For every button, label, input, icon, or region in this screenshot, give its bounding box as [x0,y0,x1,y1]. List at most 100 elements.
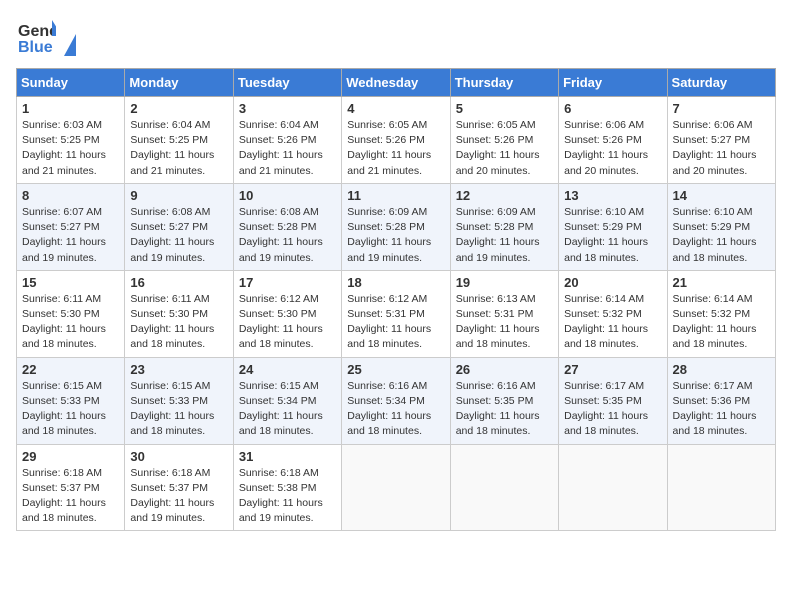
table-row [342,444,450,531]
day-number: 22 [22,362,119,377]
day-number: 6 [564,101,661,116]
logo-icon: General Blue [16,16,56,56]
table-row [559,444,667,531]
day-info: Sunrise: 6:17 AM Sunset: 5:36 PM Dayligh… [673,379,770,440]
day-info: Sunrise: 6:15 AM Sunset: 5:33 PM Dayligh… [130,379,227,440]
day-info: Sunrise: 6:13 AM Sunset: 5:31 PM Dayligh… [456,292,553,353]
day-info: Sunrise: 6:15 AM Sunset: 5:34 PM Dayligh… [239,379,336,440]
day-info: Sunrise: 6:14 AM Sunset: 5:32 PM Dayligh… [564,292,661,353]
day-number: 28 [673,362,770,377]
table-row: 28 Sunrise: 6:17 AM Sunset: 5:36 PM Dayli… [667,357,775,444]
day-info: Sunrise: 6:17 AM Sunset: 5:35 PM Dayligh… [564,379,661,440]
day-number: 10 [239,188,336,203]
table-row: 6 Sunrise: 6:06 AM Sunset: 5:26 PM Daylig… [559,97,667,184]
column-header-saturday: Saturday [667,69,775,97]
day-number: 12 [456,188,553,203]
day-info: Sunrise: 6:06 AM Sunset: 5:26 PM Dayligh… [564,118,661,179]
day-info: Sunrise: 6:08 AM Sunset: 5:27 PM Dayligh… [130,205,227,266]
svg-text:General: General [18,23,56,40]
logo: General Blue [16,16,76,56]
column-header-thursday: Thursday [450,69,558,97]
table-row: 10 Sunrise: 6:08 AM Sunset: 5:28 PM Dayli… [233,183,341,270]
table-row: 1 Sunrise: 6:03 AM Sunset: 5:25 PM Daylig… [17,97,125,184]
calendar-week-3: 15 Sunrise: 6:11 AM Sunset: 5:30 PM Dayli… [17,270,776,357]
day-number: 24 [239,362,336,377]
day-info: Sunrise: 6:08 AM Sunset: 5:28 PM Dayligh… [239,205,336,266]
table-row: 16 Sunrise: 6:11 AM Sunset: 5:30 PM Dayli… [125,270,233,357]
table-row: 20 Sunrise: 6:14 AM Sunset: 5:32 PM Dayli… [559,270,667,357]
day-number: 20 [564,275,661,290]
day-info: Sunrise: 6:11 AM Sunset: 5:30 PM Dayligh… [130,292,227,353]
table-row: 17Sunrise: 6:12 AM Sunset: 5:30 PM Dayli… [233,270,341,357]
day-number: 8 [22,188,119,203]
table-row: 11 Sunrise: 6:09 AM Sunset: 5:28 PM Dayli… [342,183,450,270]
column-header-tuesday: Tuesday [233,69,341,97]
day-info: Sunrise: 6:18 AM Sunset: 5:37 PM Dayligh… [130,466,227,527]
day-number: 4 [347,101,444,116]
day-number: 19 [456,275,553,290]
logo-triangle [64,34,76,56]
day-number: 14 [673,188,770,203]
calendar-table: SundayMondayTuesdayWednesdayThursdayFrid… [16,68,776,531]
calendar-week-2: 8 Sunrise: 6:07 AM Sunset: 5:27 PM Daylig… [17,183,776,270]
column-header-wednesday: Wednesday [342,69,450,97]
day-info: Sunrise: 6:07 AM Sunset: 5:27 PM Dayligh… [22,205,119,266]
day-info: Sunrise: 6:18 AM Sunset: 5:38 PM Dayligh… [239,466,336,527]
table-row: 19 Sunrise: 6:13 AM Sunset: 5:31 PM Dayli… [450,270,558,357]
table-row: 8 Sunrise: 6:07 AM Sunset: 5:27 PM Daylig… [17,183,125,270]
day-info: Sunrise: 6:09 AM Sunset: 5:28 PM Dayligh… [347,205,444,266]
day-info: Sunrise: 6:04 AM Sunset: 5:26 PM Dayligh… [239,118,336,179]
day-number: 27 [564,362,661,377]
table-row: 23 Sunrise: 6:15 AM Sunset: 5:33 PM Dayli… [125,357,233,444]
column-header-monday: Monday [125,69,233,97]
day-info: Sunrise: 6:05 AM Sunset: 5:26 PM Dayligh… [456,118,553,179]
table-row: 29 Sunrise: 6:18 AM Sunset: 5:37 PM Dayli… [17,444,125,531]
day-number: 15 [22,275,119,290]
day-number: 1 [22,101,119,116]
table-row: 5 Sunrise: 6:05 AM Sunset: 5:26 PM Daylig… [450,97,558,184]
day-info: Sunrise: 6:10 AM Sunset: 5:29 PM Dayligh… [673,205,770,266]
day-info: Sunrise: 6:16 AM Sunset: 5:34 PM Dayligh… [347,379,444,440]
table-row: 3 Sunrise: 6:04 AM Sunset: 5:26 PM Daylig… [233,97,341,184]
table-row: 31 Sunrise: 6:18 AM Sunset: 5:38 PM Dayli… [233,444,341,531]
day-info: Sunrise: 6:03 AM Sunset: 5:25 PM Dayligh… [22,118,119,179]
calendar-week-5: 29 Sunrise: 6:18 AM Sunset: 5:37 PM Dayli… [17,444,776,531]
svg-text:Blue: Blue [18,39,53,56]
day-number: 5 [456,101,553,116]
table-row: 15Sunrise: 6:11 AM Sunset: 5:30 PM Dayli… [17,270,125,357]
day-number: 23 [130,362,227,377]
table-row: 22 Sunrise: 6:15 AM Sunset: 5:33 PM Dayli… [17,357,125,444]
day-number: 13 [564,188,661,203]
day-info: Sunrise: 6:12 AM Sunset: 5:31 PM Dayligh… [347,292,444,353]
calendar-week-1: 1 Sunrise: 6:03 AM Sunset: 5:25 PM Daylig… [17,97,776,184]
day-info: Sunrise: 6:09 AM Sunset: 5:28 PM Dayligh… [456,205,553,266]
day-info: Sunrise: 6:06 AM Sunset: 5:27 PM Dayligh… [673,118,770,179]
table-row: 14 Sunrise: 6:10 AM Sunset: 5:29 PM Dayli… [667,183,775,270]
day-number: 3 [239,101,336,116]
day-number: 11 [347,188,444,203]
table-row: 13 Sunrise: 6:10 AM Sunset: 5:29 PM Dayli… [559,183,667,270]
day-info: Sunrise: 6:10 AM Sunset: 5:29 PM Dayligh… [564,205,661,266]
table-row [667,444,775,531]
day-info: Sunrise: 6:05 AM Sunset: 5:26 PM Dayligh… [347,118,444,179]
day-number: 26 [456,362,553,377]
table-row: 4 Sunrise: 6:05 AM Sunset: 5:26 PM Daylig… [342,97,450,184]
table-row: 25Sunrise: 6:16 AM Sunset: 5:34 PM Dayli… [342,357,450,444]
day-number: 9 [130,188,227,203]
day-number: 31 [239,449,336,464]
table-row: 26Sunrise: 6:16 AM Sunset: 5:35 PM Dayli… [450,357,558,444]
day-info: Sunrise: 6:15 AM Sunset: 5:33 PM Dayligh… [22,379,119,440]
table-row: 12 Sunrise: 6:09 AM Sunset: 5:28 PM Dayli… [450,183,558,270]
table-row: 2Sunrise: 6:04 AM Sunset: 5:25 PM Daylig… [125,97,233,184]
day-number: 18 [347,275,444,290]
day-number: 16 [130,275,227,290]
table-row: 9 Sunrise: 6:08 AM Sunset: 5:27 PM Daylig… [125,183,233,270]
day-number: 2 [130,101,227,116]
table-row [450,444,558,531]
day-number: 29 [22,449,119,464]
day-info: Sunrise: 6:18 AM Sunset: 5:37 PM Dayligh… [22,466,119,527]
table-row: 27 Sunrise: 6:17 AM Sunset: 5:35 PM Dayli… [559,357,667,444]
column-header-friday: Friday [559,69,667,97]
page-header: General Blue [16,16,776,56]
column-header-sunday: Sunday [17,69,125,97]
